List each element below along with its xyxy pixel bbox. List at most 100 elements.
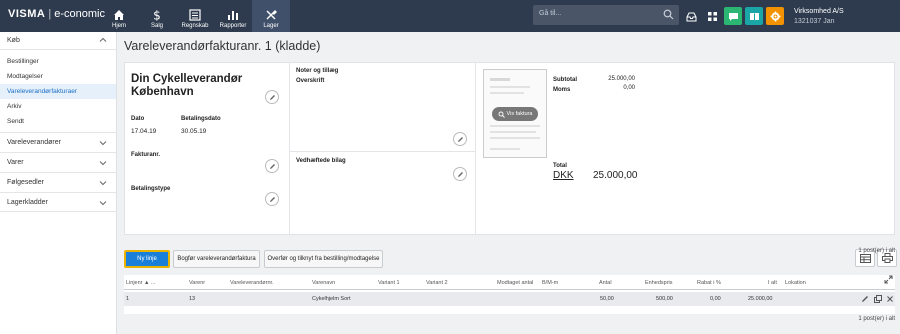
column-header-lokation[interactable]: Lokation [785, 280, 806, 286]
column-divider [289, 63, 290, 234]
total-value: 25.000,00 [593, 170, 638, 181]
cell-i-alt: 25.000,00 [748, 296, 773, 302]
help-book-button[interactable] [745, 7, 763, 25]
date-value: 17.04.19 [131, 128, 157, 135]
sidebar-section-kob[interactable]: Køb [0, 32, 116, 50]
nav-item-regnskab[interactable]: Regnskab [176, 0, 214, 32]
dollar-icon: $ [153, 9, 161, 21]
column-header-rabat[interactable]: Rabat i % [697, 280, 721, 286]
column-header-varenr[interactable]: Varenr [189, 280, 205, 286]
section-divider [290, 151, 475, 152]
transfer-button[interactable]: Overfør og tilknyt fra bestilling/modtag… [264, 250, 383, 268]
supplier-name: Din Cykelleverandør København [131, 73, 243, 98]
page-title: Vareleverandørfakturanr. 1 (kladde) [124, 39, 321, 53]
sidebar-group-varer[interactable]: Varer [0, 152, 116, 172]
vat-label: Moms [553, 87, 571, 93]
edit-invoice-number-button[interactable] [265, 159, 279, 173]
close-icon[interactable] [886, 295, 894, 303]
pencil-icon [457, 136, 463, 142]
sidebar-item-modtagelser[interactable]: Modtagelser [0, 69, 116, 84]
currency-selector[interactable]: DKK [553, 170, 574, 181]
column-header-bm-m[interactable]: B/M-m [542, 280, 558, 286]
svg-text:$: $ [153, 9, 161, 21]
sidebar-item-bestillinger[interactable]: Bestillinger [0, 54, 116, 69]
sidebar-item-vareleverandorfakturaer[interactable]: Vareleverandørfakturaer [0, 84, 116, 99]
inbox-button[interactable] [682, 7, 700, 25]
edit-supplier-button[interactable] [265, 90, 279, 104]
chevron-down-icon [99, 141, 107, 146]
post-invoice-button[interactable]: Bogfør vareleverandørfaktura [173, 250, 260, 268]
view-invoice-button[interactable]: Vis faktura [492, 107, 538, 121]
nav-item-rapporter[interactable]: Rapporter [214, 0, 252, 32]
sidebar-item-arkiv[interactable]: Arkiv [0, 99, 116, 114]
cell-linjenr: 1 [126, 296, 130, 302]
subtotal-value: 25.000,00 [608, 76, 635, 82]
search-icon[interactable] [663, 9, 674, 20]
search-input[interactable]: Gå til... [539, 10, 561, 17]
column-header-varenavn[interactable]: Varenavn [312, 280, 335, 286]
column-header-vareleverandornr[interactable]: Vareleverandørnr. [230, 280, 274, 286]
pencil-icon[interactable] [861, 295, 869, 303]
column-divider [475, 63, 476, 234]
sidebar-group-vareleverandorer[interactable]: Vareleverandører [0, 132, 116, 152]
edit-notes-button[interactable] [453, 132, 467, 146]
chevron-down-icon [99, 161, 107, 166]
pencil-icon [269, 163, 275, 169]
vat-value: 0,00 [623, 85, 635, 91]
column-header-i-alt[interactable]: I alt [768, 280, 777, 286]
nav-item-salg[interactable]: $ Salg [138, 0, 176, 32]
cell-enhedspris: 500,00 [656, 296, 673, 302]
edit-attachments-button[interactable] [453, 167, 467, 181]
settings-button[interactable] [766, 7, 784, 25]
chevron-up-icon [99, 37, 107, 42]
column-header-modtaget-antal[interactable]: Modtaget antal [497, 280, 533, 286]
cell-varenavn: Cykelhjelm Sort [312, 296, 351, 302]
table-icon [859, 253, 871, 263]
chevron-down-icon [99, 181, 107, 186]
notes-label: Noter og tillæg [296, 68, 339, 74]
apps-button[interactable] [703, 7, 721, 25]
invoice-card: Din Cykelleverandør København Dato 17.04… [124, 62, 895, 235]
invoice-lines-table: Linjenr ▲ ... Varenr Vareleverandørnr. V… [124, 275, 895, 314]
company-name: Virksomhed A/S [794, 8, 844, 15]
column-header-variant2[interactable]: Variant 2 [426, 280, 448, 286]
nav-item-hjem[interactable]: Hjem [100, 0, 138, 32]
column-header-antal[interactable]: Antal [599, 280, 612, 286]
invoice-preview[interactable]: Vis faktura [483, 69, 547, 158]
chat-button[interactable] [724, 7, 742, 25]
nav-item-lager[interactable]: Lager [252, 0, 290, 32]
search-icon [498, 111, 505, 118]
chat-icon [728, 12, 738, 21]
edit-payment-type-button[interactable] [265, 192, 279, 206]
table-row[interactable]: 1 13 Cykelhjelm Sort 50,00 500,00 0,00 2… [124, 292, 895, 306]
sidebar-group-lagerkladder[interactable]: Lagerkladder [0, 192, 116, 212]
sidebar: Køb Bestillinger Modtagelser Vareleveran… [0, 32, 117, 334]
main-content: Vareleverandørfakturanr. 1 (kladde) Din … [117, 32, 900, 334]
copy-icon[interactable] [874, 295, 882, 303]
company-id: 1321037 Jan [794, 18, 835, 25]
sidebar-item-sendt[interactable]: Sendt [0, 114, 116, 129]
home-icon [114, 10, 124, 20]
record-count-bottom: 1 post(er) i alt [858, 316, 895, 322]
new-line-button[interactable]: Ny linje [124, 250, 170, 268]
bar-chart-icon [228, 11, 238, 20]
chevron-down-icon [99, 201, 107, 206]
cell-varenr: 13 [189, 296, 196, 302]
column-header-enhedspris[interactable]: Enhedspris [645, 280, 673, 286]
expand-icon[interactable] [884, 275, 893, 284]
company-info[interactable]: Virksomhed A/S 1321037 Jan [794, 7, 844, 27]
column-header-linjenr[interactable]: Linjenr ▲ ... [126, 280, 156, 286]
sidebar-group-folgesedler[interactable]: Følgesedler [0, 172, 116, 192]
cell-antal: 50,00 [600, 296, 614, 302]
date-label: Dato [131, 116, 145, 122]
cell-rabat: 0,00 [710, 296, 721, 302]
main-nav: Hjem $ Salg Regnskab Rapporter Lager [100, 0, 290, 32]
apps-icon [707, 11, 717, 21]
column-header-variant1[interactable]: Variant 1 [378, 280, 400, 286]
search-box[interactable]: Gå til... [533, 5, 679, 25]
invoice-number-label: Fakturanr. [131, 152, 161, 158]
ledger-icon [189, 9, 201, 21]
header-divider [124, 289, 895, 290]
logo[interactable]: VISMA | e-conomic [8, 8, 105, 20]
tools-icon [266, 10, 277, 20]
